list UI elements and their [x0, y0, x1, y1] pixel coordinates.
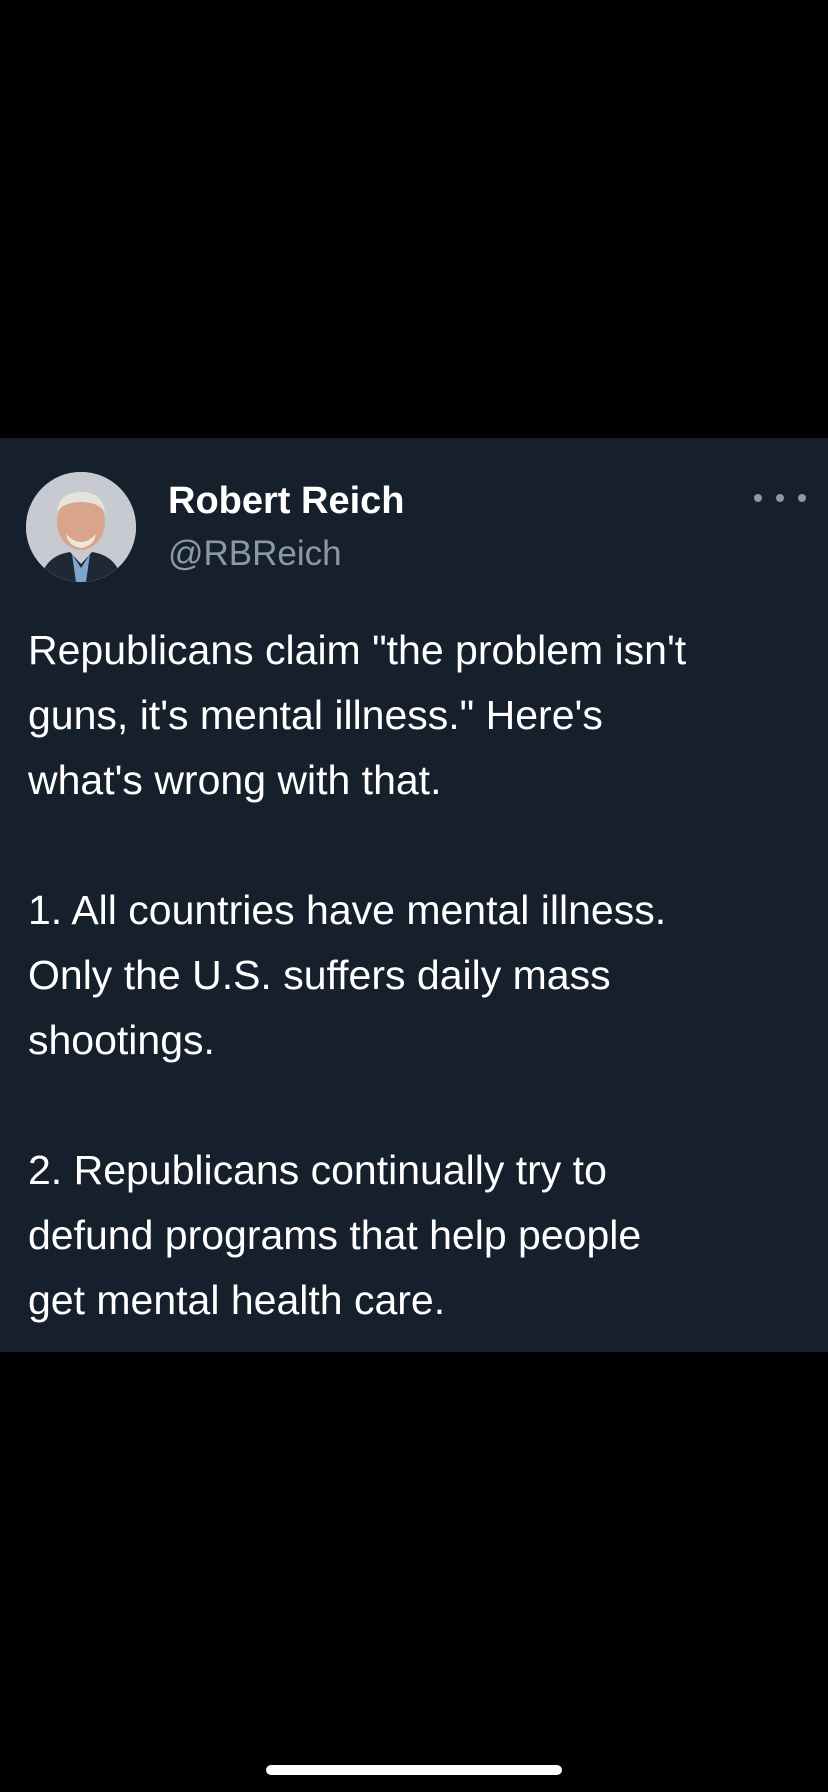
- more-horizontal-icon: [754, 494, 762, 502]
- tweet-paragraph: 1. All countries have mental illness. On…: [28, 887, 667, 1063]
- author-display-name[interactable]: Robert Reich: [168, 478, 404, 524]
- tweet-paragraph: Republicans claim "the problem isn't gun…: [28, 627, 687, 803]
- avatar[interactable]: [26, 472, 136, 582]
- tweet-paragraph: 2. Republicans continually try to defund…: [28, 1147, 642, 1323]
- tweet-text: Republicans claim "the problem isn't gun…: [28, 618, 808, 1333]
- author-handle[interactable]: @RBReich: [168, 532, 342, 576]
- home-indicator[interactable]: [266, 1765, 562, 1775]
- tweet-card[interactable]: Robert Reich @RBReich Republicans claim …: [0, 438, 828, 1352]
- profile-photo-icon: [26, 472, 136, 582]
- more-horizontal-icon-dot: [776, 494, 784, 502]
- more-horizontal-icon-dot: [798, 494, 806, 502]
- more-options-button[interactable]: [754, 484, 806, 512]
